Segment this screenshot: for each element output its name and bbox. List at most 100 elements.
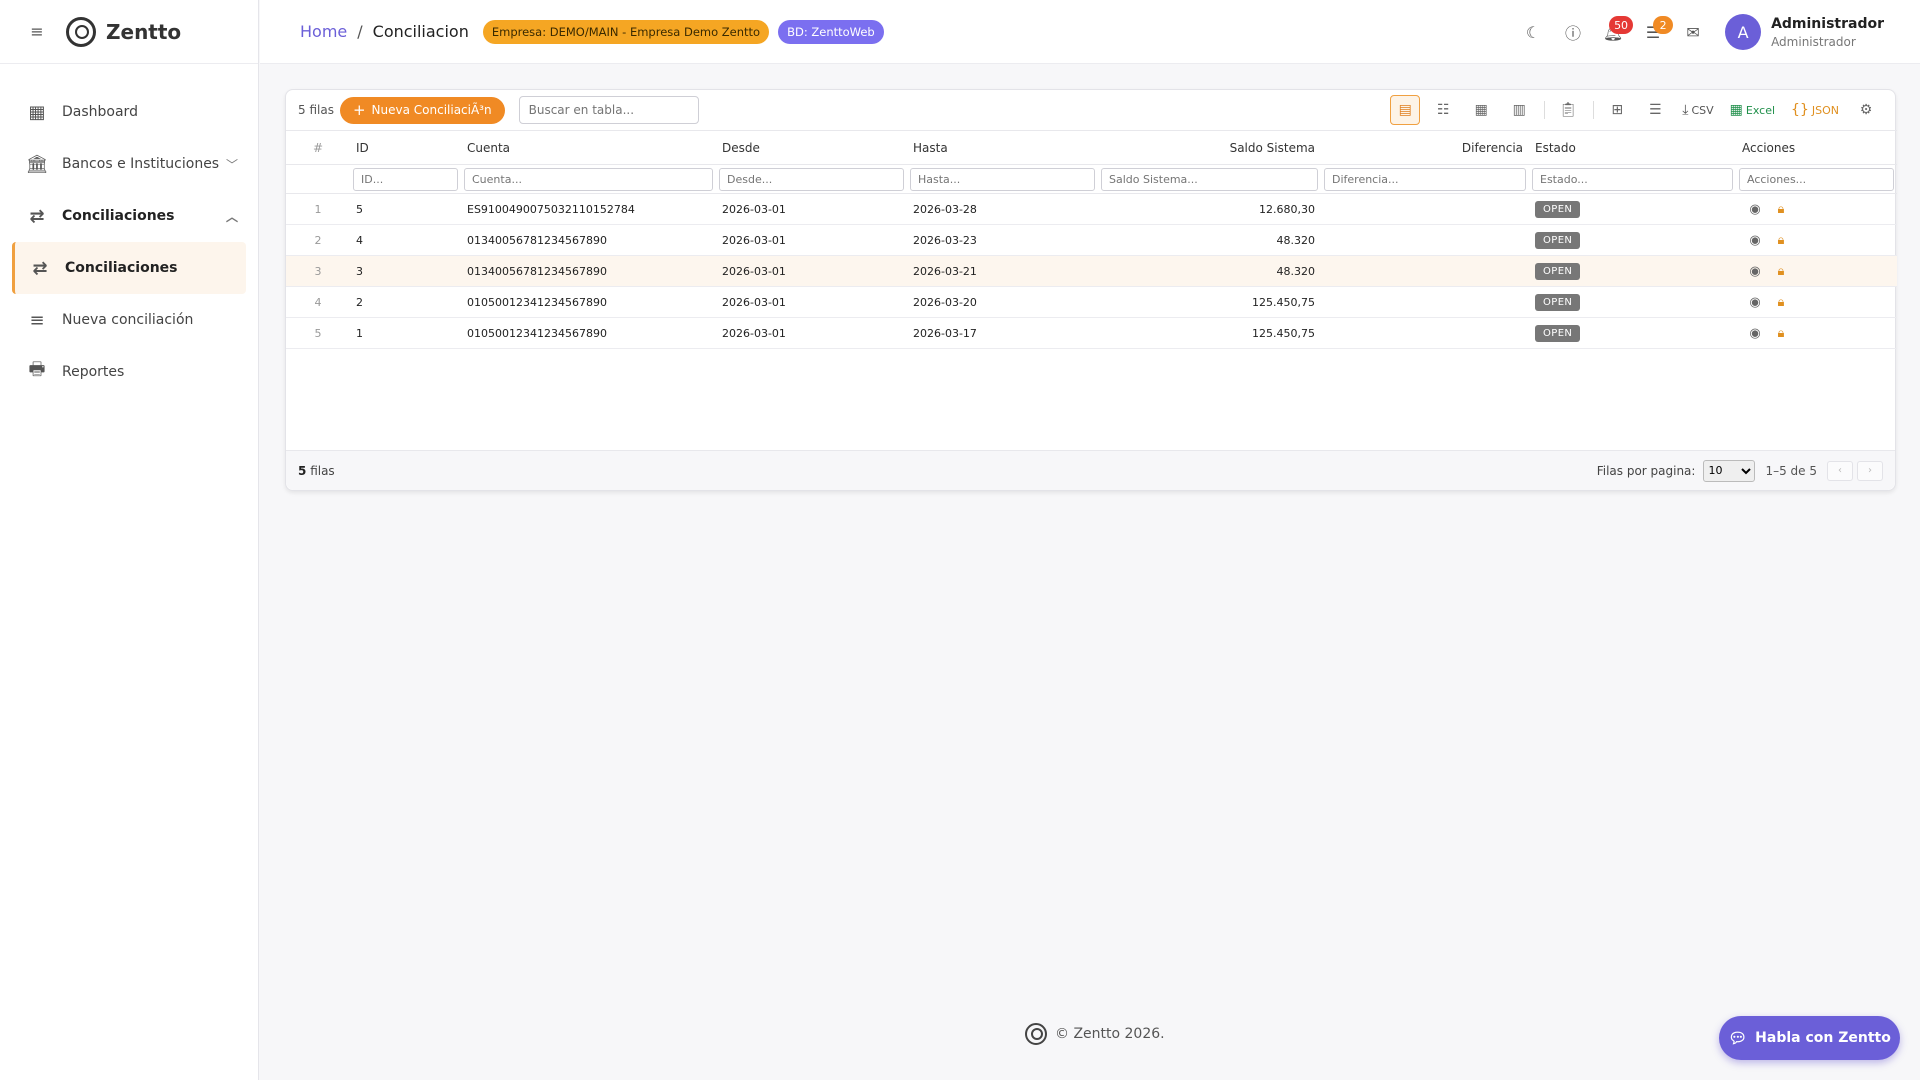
column-header[interactable]: Desde xyxy=(716,131,907,165)
sidebar-item-bancos[interactable]: 🏛 Bancos e Instituciones ﹀ xyxy=(0,138,258,190)
table-row[interactable]: 1 5 ES9100490075032110152784 2026-03-01 … xyxy=(286,194,1897,225)
row-number: 2 xyxy=(314,233,322,247)
filter-row xyxy=(286,165,1897,194)
column-header[interactable]: Diferencia xyxy=(1321,131,1529,165)
lock-icon[interactable]: 🔒︎ xyxy=(1768,202,1794,217)
view-eye-icon[interactable]: ◉ xyxy=(1742,295,1768,310)
breadcrumb-home-link[interactable]: Home xyxy=(300,22,347,41)
cell-hasta: 2026-03-17 xyxy=(913,326,977,340)
cell-acciones: ◉ 🔒︎ xyxy=(1736,318,1897,349)
grid-view-icon[interactable]: ▦ xyxy=(1466,95,1496,125)
conciliaciones-table: # ID Cuenta Desde Hasta Saldo Sistema Di… xyxy=(286,130,1897,349)
filter-id-input[interactable] xyxy=(353,167,458,191)
user-menu[interactable]: A Administrador Administrador xyxy=(1725,14,1884,50)
filter-cell-empty xyxy=(286,165,350,194)
sidebar-group-conciliaciones[interactable]: ⇄ Conciliaciones ︿ xyxy=(0,190,258,242)
table-row[interactable]: 4 2 01050012341234567890 2026-03-01 2026… xyxy=(286,287,1897,318)
export-excel-button[interactable]: ▦ Excel xyxy=(1726,95,1779,125)
view-eye-icon[interactable]: ◉ xyxy=(1742,233,1768,248)
status-badge: OPEN xyxy=(1535,262,1581,280)
cell-saldo: 48.320 xyxy=(1276,233,1316,247)
sidebar-item-label: Reportes xyxy=(62,364,125,380)
bank-icon: 🏛 xyxy=(25,153,49,175)
columns-icon[interactable]: ⊞ xyxy=(1602,95,1632,125)
sidebar-item-dashboard[interactable]: ▦ Dashboard xyxy=(0,86,258,138)
new-conciliacion-button[interactable]: + Nueva ConciliaciÃ³n xyxy=(339,96,505,124)
lock-icon[interactable]: 🔒︎ xyxy=(1768,264,1794,279)
filter-estado-input[interactable] xyxy=(1532,167,1733,191)
sidebar-item-reportes[interactable]: 🖶 Reportes xyxy=(0,346,258,398)
help-icon[interactable]: ⓘ xyxy=(1553,12,1593,52)
pagination: Filas por pagina: 10 1–5 de 5 ‹ › xyxy=(1597,459,1883,482)
filter-cuenta-input[interactable] xyxy=(464,167,713,191)
clipboard-icon[interactable]: 📋︎ xyxy=(1553,95,1583,125)
brand-name: Zentto xyxy=(106,19,182,44)
cell-estado: OPEN xyxy=(1529,194,1736,225)
table-search-input[interactable] xyxy=(518,96,699,124)
cell-diferencia xyxy=(1321,225,1529,256)
prev-page-icon[interactable]: ‹ xyxy=(1827,460,1853,481)
lock-icon[interactable]: 🔒︎ xyxy=(1768,326,1794,341)
table-row[interactable]: 2 4 01340056781234567890 2026-03-01 2026… xyxy=(286,225,1897,256)
column-header[interactable]: Cuenta xyxy=(461,131,716,165)
table-row[interactable]: 3 3 01340056781234567890 2026-03-01 2026… xyxy=(286,255,1897,287)
database-chip[interactable]: BD: ZenttoWeb xyxy=(778,19,884,44)
cell-cuenta: 01340056781234567890 xyxy=(467,233,607,247)
cell-saldo: 125.450,75 xyxy=(1252,326,1315,340)
task-list-icon[interactable]: ☰ 2 xyxy=(1633,12,1674,52)
table-row[interactable]: 5 1 01050012341234567890 2026-03-01 2026… xyxy=(286,318,1897,349)
next-page-icon[interactable]: › xyxy=(1857,460,1883,481)
cell-hasta: 2026-03-23 xyxy=(913,233,977,247)
export-csv-button[interactable]: ⤓ CSV xyxy=(1678,95,1717,125)
export-json-button[interactable]: {} JSON xyxy=(1787,95,1843,125)
filter-saldo-input[interactable] xyxy=(1101,167,1318,191)
density-icon[interactable]: ☰ xyxy=(1640,95,1670,125)
user-role: Administrador xyxy=(1771,34,1856,49)
mail-icon[interactable]: ✉ xyxy=(1673,12,1713,52)
sidebar-item-nueva-conciliacion[interactable]: ≡ Nueva conciliación xyxy=(0,294,258,346)
view-eye-icon[interactable]: ◉ xyxy=(1742,202,1768,217)
column-header[interactable]: Saldo Sistema xyxy=(1098,131,1321,165)
filter-hasta-input[interactable] xyxy=(910,167,1095,191)
company-chip[interactable]: Empresa: DEMO/MAIN - Empresa Demo Zentto xyxy=(482,19,770,44)
sidebar-item-conciliaciones[interactable]: ⇄ Conciliaciones xyxy=(12,242,246,294)
chat-button-label: Habla con Zentto xyxy=(1755,1030,1891,1046)
chevron-up-icon: ︿ xyxy=(225,209,238,224)
notifications-bell-icon[interactable]: 🔔︎ 50 xyxy=(1593,12,1634,52)
table-header-row: # ID Cuenta Desde Hasta Saldo Sistema Di… xyxy=(286,130,1897,165)
column-header[interactable]: Estado xyxy=(1529,131,1736,165)
cell-estado: OPEN xyxy=(1529,287,1736,318)
column-header[interactable]: Hasta xyxy=(907,131,1098,165)
column-header[interactable]: Acciones xyxy=(1736,131,1897,165)
rows-per-page-select[interactable]: 10 xyxy=(1703,459,1756,482)
chat-with-zentto-button[interactable]: 💬︎ Habla con Zentto xyxy=(1719,1016,1900,1060)
cell-saldo: 48.320 xyxy=(1276,264,1316,278)
cell-cuenta: 01340056781234567890 xyxy=(467,264,607,278)
lock-icon[interactable]: 🔒︎ xyxy=(1768,295,1794,310)
braces-icon: {} xyxy=(1791,102,1809,118)
chat-bubble-icon: 💬︎ xyxy=(1728,1029,1748,1047)
lock-icon[interactable]: 🔒︎ xyxy=(1768,233,1794,248)
kanban-view-icon[interactable]: ▥ xyxy=(1504,95,1534,125)
filter-acciones-input[interactable] xyxy=(1739,167,1894,191)
column-header[interactable]: ID xyxy=(350,131,461,165)
view-eye-icon[interactable]: ◉ xyxy=(1742,264,1768,279)
view-eye-icon[interactable]: ◉ xyxy=(1742,326,1768,341)
sidebar-nav: ▦ Dashboard 🏛 Bancos e Instituciones ﹀ ⇄… xyxy=(0,64,258,398)
cell-saldo: 12.680,30 xyxy=(1259,202,1315,216)
status-badge: OPEN xyxy=(1535,200,1581,218)
column-header[interactable]: # xyxy=(286,131,350,165)
filter-diferencia-input[interactable] xyxy=(1324,167,1526,191)
table-view-icon[interactable]: ▤ xyxy=(1390,95,1421,125)
cell-hasta: 2026-03-21 xyxy=(913,264,977,278)
filter-cell xyxy=(907,165,1098,194)
cell-diferencia xyxy=(1321,318,1529,349)
compact-view-icon[interactable]: ☷ xyxy=(1428,95,1458,125)
json-label: JSON xyxy=(1811,103,1839,117)
cell-cuenta: 01050012341234567890 xyxy=(467,326,607,340)
dark-mode-moon-icon[interactable]: ☾ xyxy=(1513,12,1553,52)
page-range: 1–5 de 5 xyxy=(1765,463,1817,478)
settings-gear-icon[interactable]: ⚙ xyxy=(1851,95,1881,125)
menu-collapse-icon[interactable]: ≡ xyxy=(26,21,48,43)
filter-desde-input[interactable] xyxy=(719,167,904,191)
